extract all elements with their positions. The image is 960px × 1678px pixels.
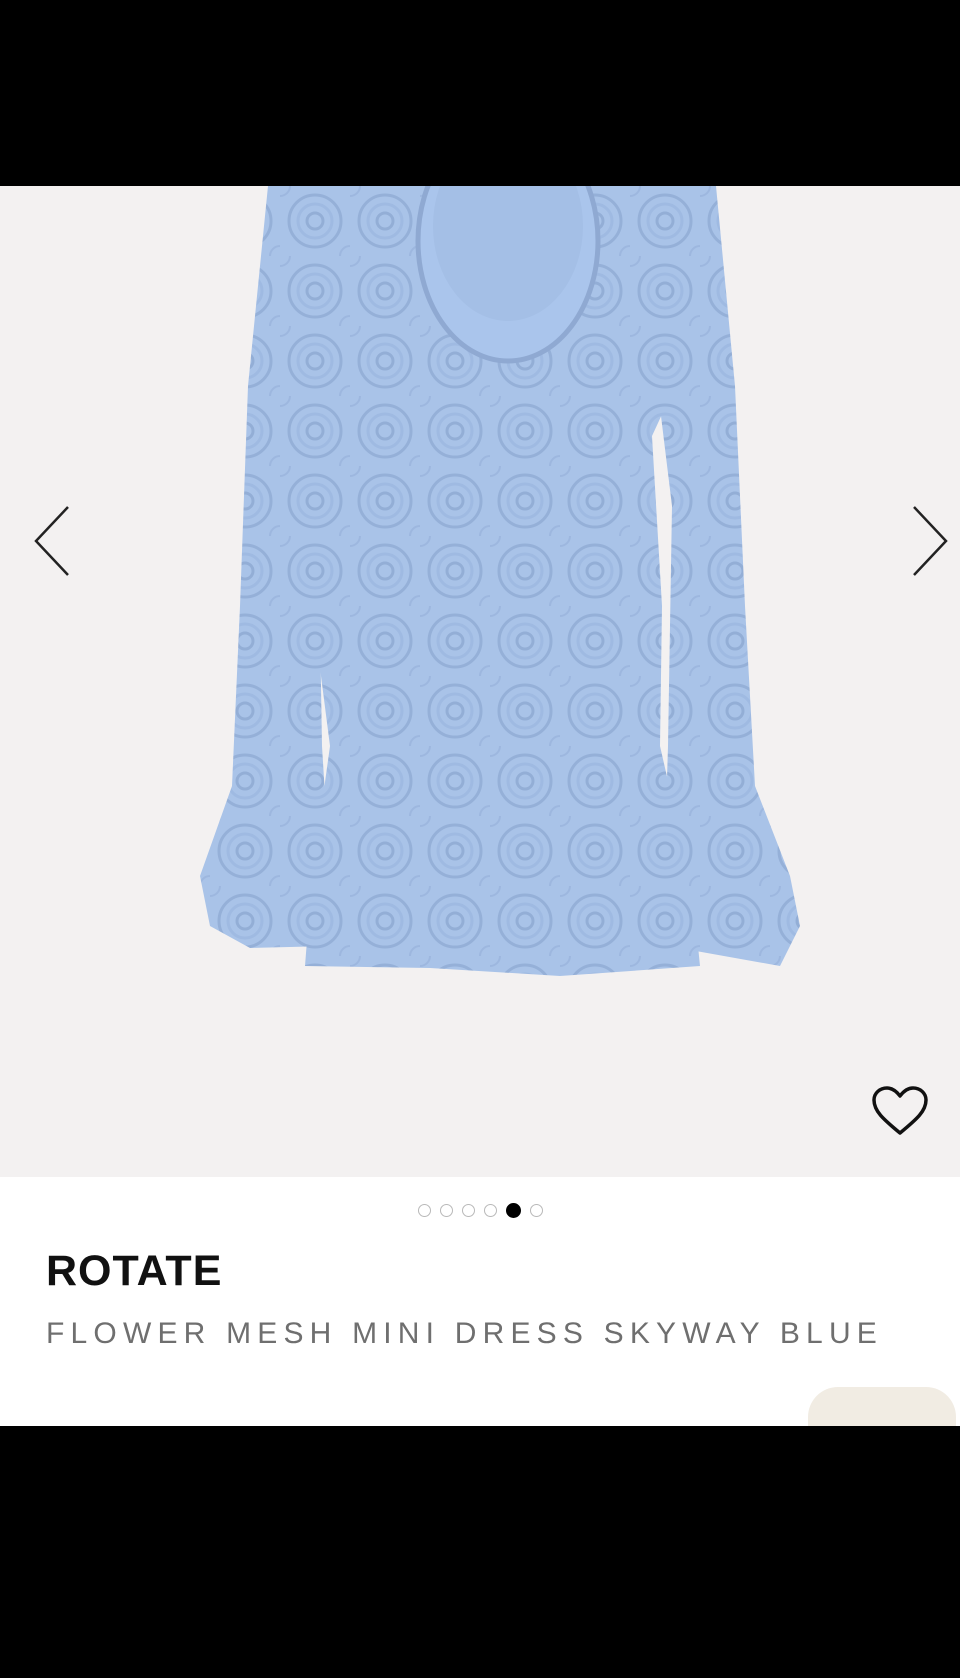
chat-widget-tab[interactable] xyxy=(808,1387,956,1426)
previous-image-button[interactable] xyxy=(22,496,82,586)
product-image xyxy=(200,186,800,976)
product-info-panel: ROTATE FLOWER MESH MINI DRESS SKYWAY BLU… xyxy=(0,1177,960,1426)
pagination-dot[interactable] xyxy=(417,1204,431,1217)
pagination-dot[interactable] xyxy=(483,1204,497,1217)
bottom-black-bar xyxy=(0,1426,960,1678)
product-title: FLOWER MESH MINI DRESS SKYWAY BLUE xyxy=(46,1317,884,1350)
pagination-dot[interactable] xyxy=(529,1204,543,1217)
brand-name[interactable]: ROTATE xyxy=(46,1247,222,1296)
heart-outline-icon xyxy=(872,1086,928,1135)
chevron-left-icon xyxy=(34,506,69,576)
gallery-pagination xyxy=(0,1203,960,1218)
pagination-dot[interactable] xyxy=(461,1204,475,1217)
wishlist-button[interactable] xyxy=(866,1080,934,1142)
product-image-gallery[interactable] xyxy=(0,186,960,1177)
dress-illustration xyxy=(200,186,800,976)
top-black-bar xyxy=(0,0,960,186)
pagination-dot[interactable] xyxy=(439,1204,453,1217)
chevron-right-icon xyxy=(913,506,948,576)
pagination-dot-active[interactable] xyxy=(505,1203,521,1218)
next-image-button[interactable] xyxy=(900,496,960,586)
